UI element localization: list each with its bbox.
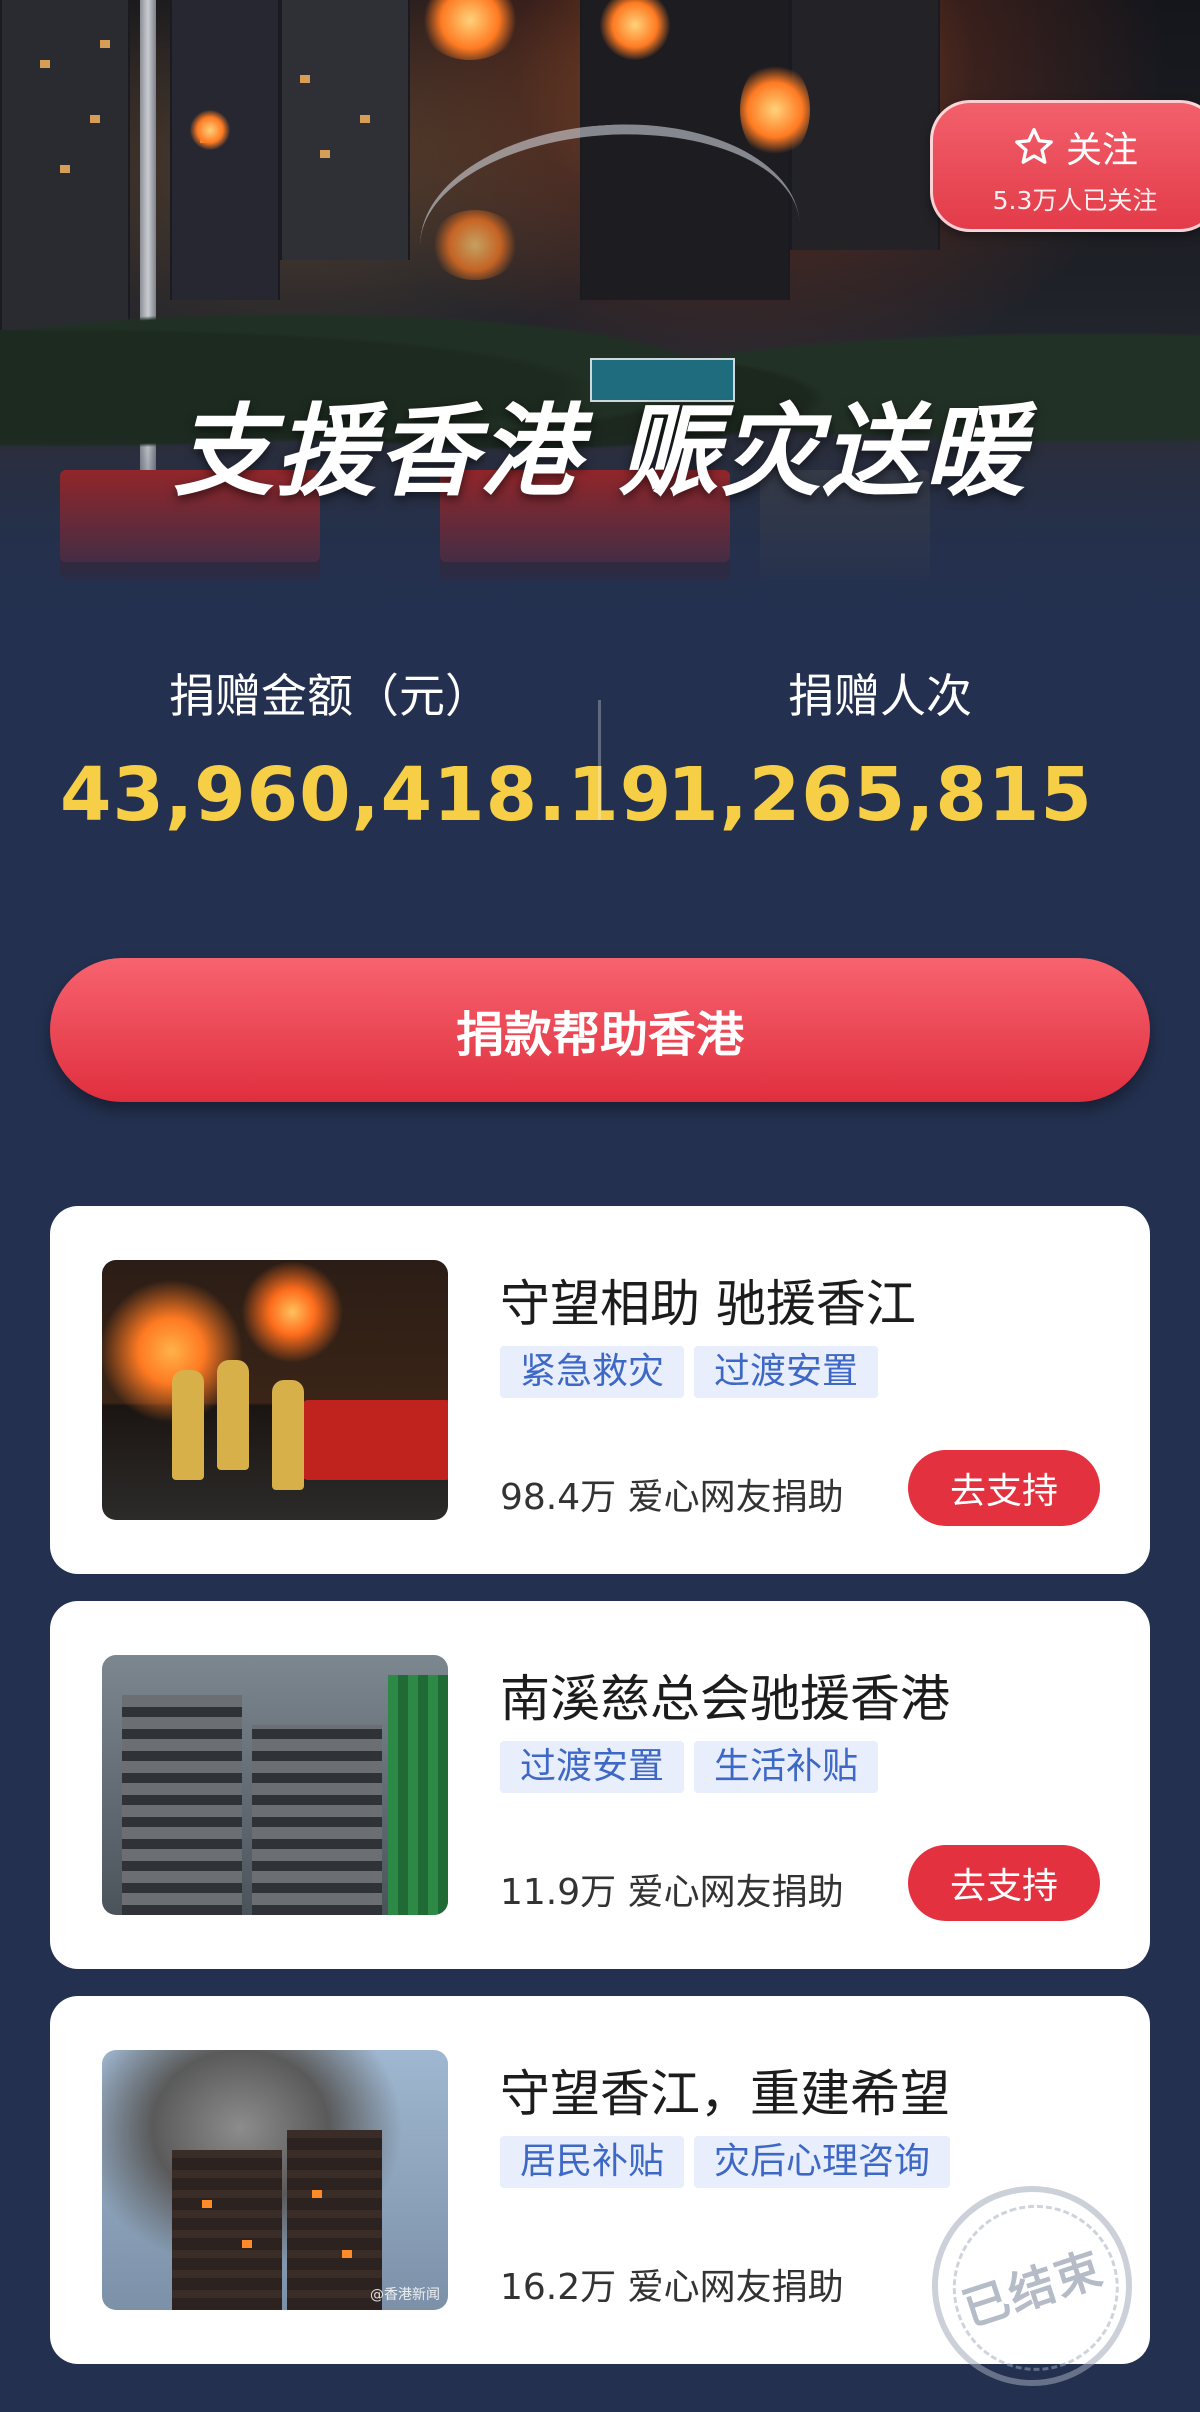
project-tag: 过渡安置 [694, 1346, 879, 1398]
support-button[interactable]: 去支持 [908, 1845, 1100, 1921]
firefighter [272, 1380, 304, 1490]
supporter-count: 98.4万 爱心网友捐助 [500, 1477, 844, 1518]
support-button[interactable]: 去支持 [908, 1450, 1100, 1526]
project-image [102, 1655, 448, 1915]
lit-window [300, 75, 310, 83]
amount-value: 43,960,418.19 [60, 752, 673, 838]
donors-label: 捐赠人次 [788, 669, 972, 723]
fire-glow [190, 110, 230, 150]
follow-label: 关注 [1065, 130, 1138, 171]
burned-building [122, 1695, 242, 1915]
burned-building [252, 1725, 382, 1915]
scaffolding [388, 1675, 448, 1915]
project-image: @香港新闻 [102, 2050, 448, 2310]
ended-text: 已结束 [956, 2240, 1110, 2337]
flame [202, 2200, 212, 2208]
project-tags: 居民补贴 灾后心理咨询 [500, 2136, 951, 2188]
stat-donors: 捐赠人次 1,265,815 [620, 660, 1140, 838]
project-tag: 居民补贴 [500, 2136, 685, 2188]
stat-amount: 捐赠金额（元） 43,960,418.19 [60, 660, 673, 838]
image-watermark: @香港新闻 [370, 2287, 440, 2303]
hero-banner: 支援香港 赈灾送暖 [0, 0, 1200, 640]
building-mid-left [170, 0, 280, 300]
donation-stats: 捐赠金额（元） 43,960,418.19 捐赠人次 1,265,815 [0, 660, 1200, 840]
donate-button[interactable]: 捐款帮助香港 [50, 958, 1150, 1102]
project-image [102, 1260, 448, 1520]
project-tags: 紧急救灾 过渡安置 [500, 1346, 879, 1398]
lit-window [360, 115, 370, 123]
ended-stamp: 已结束 [905, 2159, 1159, 2412]
building-right [790, 0, 940, 250]
follower-count: 5.3万人已关注 [992, 186, 1158, 215]
fire-truck [302, 1400, 448, 1480]
project-title: 守望香江，重建希望 [500, 2065, 950, 2123]
project-card[interactable]: 南溪慈总会驰援香港 过渡安置 生活补贴 11.9万 爱心网友捐助 去支持 [50, 1601, 1150, 1969]
hero-title: 支援香港 赈灾送暖 [173, 393, 1027, 510]
project-title: 守望相助 驰援香江 [500, 1275, 916, 1333]
flame [342, 2250, 352, 2258]
fire-glow [740, 60, 810, 160]
lit-window [40, 60, 50, 68]
project-tag: 过渡安置 [500, 1741, 685, 1793]
amount-label: 捐赠金额（元） [169, 669, 491, 723]
firefighter [172, 1370, 204, 1480]
project-tag: 生活补贴 [694, 1741, 879, 1793]
project-title: 南溪慈总会驰援香港 [500, 1670, 950, 1728]
star-icon [1012, 125, 1056, 169]
stats-divider [598, 700, 601, 820]
flame [312, 2190, 322, 2198]
firefighter [217, 1360, 249, 1470]
follow-button[interactable]: 关注 5.3万人已关注 [930, 100, 1200, 232]
burning-building [287, 2130, 382, 2310]
project-card[interactable]: @香港新闻 守望香江，重建希望 居民补贴 灾后心理咨询 16.2万 爱心网友捐助… [50, 1996, 1159, 2412]
fire-glow [420, 0, 520, 60]
burning-building [172, 2150, 282, 2310]
project-tag: 紧急救灾 [500, 1346, 685, 1398]
lit-window [100, 40, 110, 48]
project-tags: 过渡安置 生活补贴 [500, 1741, 879, 1793]
supporter-count: 11.9万 爱心网友捐助 [500, 1872, 844, 1913]
lit-window [320, 150, 330, 158]
lit-window [90, 115, 100, 123]
project-card[interactable]: 守望相助 驰援香江 紧急救灾 过渡安置 98.4万 爱心网友捐助 去支持 [50, 1206, 1150, 1574]
building-center-left [280, 0, 410, 260]
project-tag: 灾后心理咨询 [694, 2136, 951, 2188]
flame [242, 2240, 252, 2248]
lit-window [60, 165, 70, 173]
donors-value: 1,265,815 [667, 752, 1093, 838]
supporter-count: 16.2万 爱心网友捐助 [500, 2267, 844, 2308]
